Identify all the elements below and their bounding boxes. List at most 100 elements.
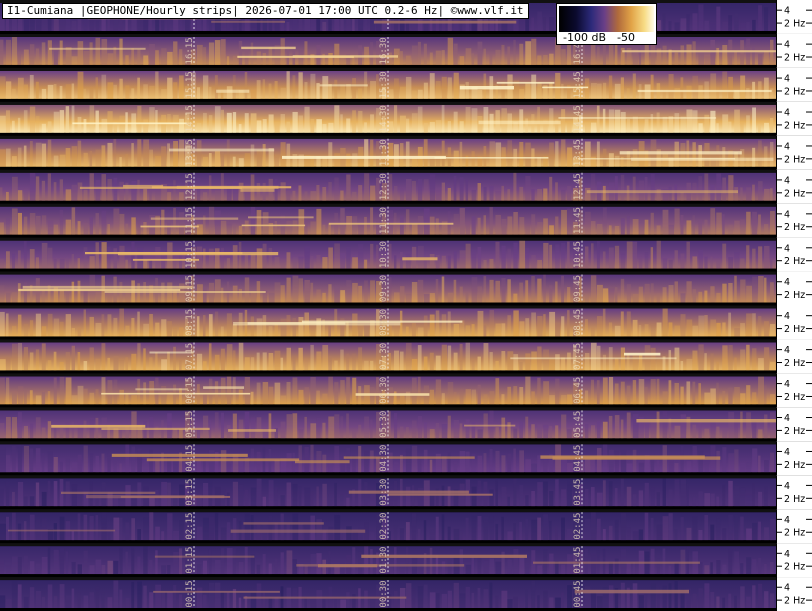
spectral-texture bbox=[728, 282, 733, 303]
spectral-texture bbox=[447, 345, 452, 371]
spectral-texture bbox=[95, 110, 99, 133]
spectral-texture bbox=[764, 277, 767, 303]
spectral-texture bbox=[602, 207, 607, 235]
spectral-texture bbox=[471, 515, 477, 541]
spectral-texture bbox=[507, 248, 512, 269]
spectral-texture bbox=[501, 455, 506, 473]
spectral-texture bbox=[286, 382, 291, 405]
spectral-texture bbox=[710, 319, 717, 337]
spectral-texture bbox=[537, 517, 542, 541]
spectral-texture bbox=[734, 595, 737, 608]
spectral-texture bbox=[770, 361, 776, 371]
spectral-texture bbox=[125, 393, 129, 405]
spectral-texture bbox=[328, 376, 333, 405]
spectral-texture bbox=[5, 565, 11, 575]
spectral-texture bbox=[698, 562, 703, 575]
spectral-texture bbox=[196, 140, 202, 167]
spectral-texture bbox=[740, 219, 745, 235]
spectral-texture bbox=[453, 279, 457, 303]
spectral-texture bbox=[483, 517, 489, 541]
spectral-texture bbox=[764, 122, 769, 133]
spectral-texture bbox=[704, 56, 711, 65]
spectral-texture bbox=[770, 561, 774, 575]
spectral-texture bbox=[358, 424, 362, 439]
spectral-texture bbox=[250, 206, 256, 235]
spectral-texture bbox=[364, 259, 368, 269]
spectral-texture bbox=[704, 458, 710, 473]
strip-separator bbox=[0, 67, 776, 71]
spectral-texture bbox=[704, 392, 711, 405]
spectral-texture bbox=[59, 516, 65, 541]
spectral-texture bbox=[5, 292, 11, 303]
spectral-texture bbox=[292, 190, 296, 201]
spectral-texture bbox=[740, 411, 743, 439]
spectral-texture bbox=[214, 248, 220, 269]
spectral-texture bbox=[411, 445, 418, 473]
spectral-texture bbox=[107, 224, 110, 235]
spectral-texture bbox=[238, 288, 243, 303]
signal-band bbox=[153, 590, 280, 593]
frequency-tick-label: 2 Hz bbox=[784, 188, 805, 199]
spectral-texture bbox=[29, 496, 35, 507]
spectral-texture bbox=[238, 225, 243, 235]
spectral-texture bbox=[334, 514, 341, 541]
spectral-texture bbox=[567, 287, 571, 303]
spectral-texture bbox=[698, 315, 705, 337]
spectral-texture bbox=[716, 322, 721, 337]
time-marker-label: 09:45 bbox=[573, 275, 583, 302]
spectral-texture bbox=[304, 218, 308, 235]
spectral-texture bbox=[143, 585, 147, 608]
spectral-texture bbox=[650, 283, 654, 303]
spectral-texture bbox=[0, 187, 3, 201]
spectral-texture bbox=[596, 421, 601, 439]
spectral-texture bbox=[698, 491, 703, 507]
spectral-texture bbox=[698, 450, 704, 473]
spectral-texture bbox=[758, 358, 764, 371]
spectral-texture bbox=[95, 37, 101, 65]
spectral-texture bbox=[95, 417, 99, 439]
spectral-texture bbox=[370, 114, 374, 133]
spectral-texture bbox=[59, 179, 63, 201]
spectral-texture bbox=[674, 281, 678, 303]
frequency-tick-label: 4 bbox=[784, 481, 790, 492]
spectral-texture bbox=[477, 384, 481, 405]
spectral-texture bbox=[286, 550, 293, 575]
spectral-texture bbox=[722, 21, 729, 31]
spectral-texture bbox=[477, 116, 483, 133]
spectral-texture bbox=[220, 247, 225, 269]
spectral-texture bbox=[11, 581, 18, 608]
spectral-texture bbox=[567, 310, 570, 337]
spectral-texture bbox=[614, 558, 619, 575]
spectral-texture bbox=[179, 192, 184, 201]
spectral-texture bbox=[113, 517, 120, 541]
spectral-texture bbox=[405, 547, 409, 575]
spectral-texture bbox=[226, 492, 230, 507]
signal-band bbox=[101, 392, 251, 395]
spectral-texture bbox=[722, 528, 727, 541]
spectral-texture bbox=[95, 242, 99, 269]
spectral-texture bbox=[393, 461, 399, 473]
frequency-tick-label: 2 Hz bbox=[784, 53, 805, 64]
spectral-texture bbox=[441, 424, 448, 439]
spectral-texture bbox=[596, 492, 603, 507]
spectral-texture bbox=[758, 53, 763, 65]
spectral-texture bbox=[226, 522, 231, 541]
spectral-texture bbox=[131, 411, 137, 439]
spectral-texture bbox=[602, 82, 607, 99]
spectral-texture bbox=[543, 481, 548, 507]
spectral-texture bbox=[483, 146, 487, 167]
spectral-texture bbox=[280, 357, 284, 371]
spectral-texture bbox=[167, 482, 171, 507]
frequency-tick-label: 2 Hz bbox=[784, 528, 805, 539]
spectral-texture bbox=[310, 73, 316, 99]
spectral-texture bbox=[41, 596, 46, 608]
spectral-texture bbox=[101, 453, 105, 473]
spectral-texture bbox=[561, 139, 566, 167]
spectral-texture bbox=[525, 247, 530, 269]
spectral-texture bbox=[423, 315, 428, 337]
spectral-texture bbox=[519, 450, 525, 473]
spectral-texture bbox=[53, 377, 57, 405]
spectral-texture bbox=[441, 593, 448, 608]
spectral-texture bbox=[722, 243, 727, 269]
spectral-texture bbox=[704, 219, 708, 235]
